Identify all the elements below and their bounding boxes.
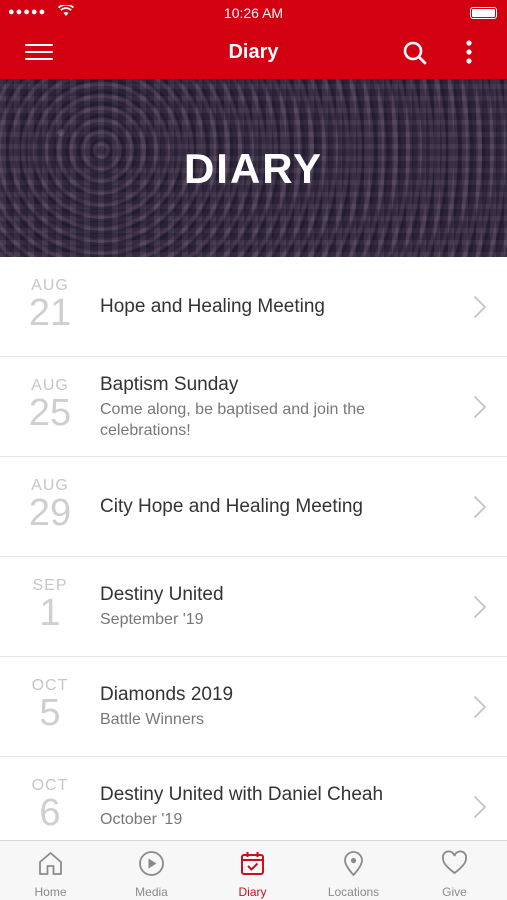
chevron-right-icon [474,796,486,818]
event-row[interactable]: AUG 25 Baptism Sunday Come along, be baptis… [0,357,507,457]
app-header: ●●●●● 10:26 AM Diary [0,0,507,79]
event-title: Baptism Sunday [100,373,239,395]
tab-diary[interactable]: Diary [202,841,303,900]
chevron-right-icon [474,596,486,618]
event-row[interactable]: OCT 5 Diamonds 2019 Battle Winners [0,657,507,757]
event-title: Destiny United with Daniel Cheah [100,784,384,805]
chevron-right-icon [474,496,486,518]
event-subtitle: Come along, be baptised and join the cel… [100,400,366,439]
diary-banner: DIARY [0,79,507,257]
event-title: Hope and Healing Meeting [100,296,325,317]
tab-media[interactable]: Media [101,841,202,900]
event-subtitle: Battle Winners [100,711,205,728]
event-day: 29 [28,492,72,534]
play-icon [139,851,164,876]
chevron-right-icon [474,696,486,718]
event-date: AUG 21 [0,277,100,334]
more-options-icon[interactable] [458,38,480,68]
tab-label: Diary [238,885,267,899]
location-pin-icon [344,851,363,877]
event-date: AUG 29 [0,477,100,534]
battery-icon [470,7,497,19]
page-title: Diary [228,41,279,63]
event-day: 5 [39,692,61,734]
event-text: Destiny United September '19 [100,557,457,657]
tab-label: Home [34,885,67,899]
event-title: Destiny United [100,584,224,605]
event-date: AUG 25 [0,377,100,434]
tab-bar: Home Media Diary Locations Give [0,840,507,900]
chevron-right-icon [474,396,486,418]
event-text: Baptism Sunday Come along, be baptised an… [100,357,457,457]
search-icon[interactable] [400,38,430,68]
event-day: 25 [28,392,72,434]
event-title: City Hope and Healing Meeting [100,496,363,517]
event-date: OCT 5 [0,677,100,734]
banner-title: DIARY [183,145,324,192]
event-list: AUG 21 Hope and Healing Meeting AUG 25 Baptis… [0,257,507,857]
event-subtitle: October '19 [100,811,183,828]
tab-give[interactable]: Give [404,841,505,900]
event-title: Diamonds 2019 [100,684,234,705]
event-date: OCT 6 [0,777,100,834]
tab-label: Media [135,885,168,899]
nav-bar: Diary [0,28,507,79]
event-row[interactable]: AUG 29 City Hope and Healing Meeting [0,457,507,557]
chevron-right-icon [474,296,486,318]
calendar-icon [241,852,264,875]
event-row[interactable]: AUG 21 Hope and Healing Meeting [0,257,507,357]
event-subtitle: September '19 [100,611,204,628]
tab-label: Give [442,885,467,899]
event-text: Hope and Healing Meeting [100,257,457,357]
event-row[interactable]: SEP 1 Destiny United September '19 [0,557,507,657]
tab-label: Locations [327,885,380,899]
event-day: 6 [39,792,61,834]
event-text: Diamonds 2019 Battle Winners [100,657,457,757]
event-day: 21 [28,292,72,334]
status-bar: ●●●●● 10:26 AM [0,0,507,28]
heart-icon [441,850,468,875]
event-text: City Hope and Healing Meeting [100,457,457,557]
event-day: 1 [39,592,61,634]
home-icon [39,852,62,875]
status-time: 10:26 AM [223,5,284,21]
event-date: SEP 1 [0,577,100,634]
tab-locations[interactable]: Locations [303,841,404,900]
tab-home[interactable]: Home [0,841,101,900]
